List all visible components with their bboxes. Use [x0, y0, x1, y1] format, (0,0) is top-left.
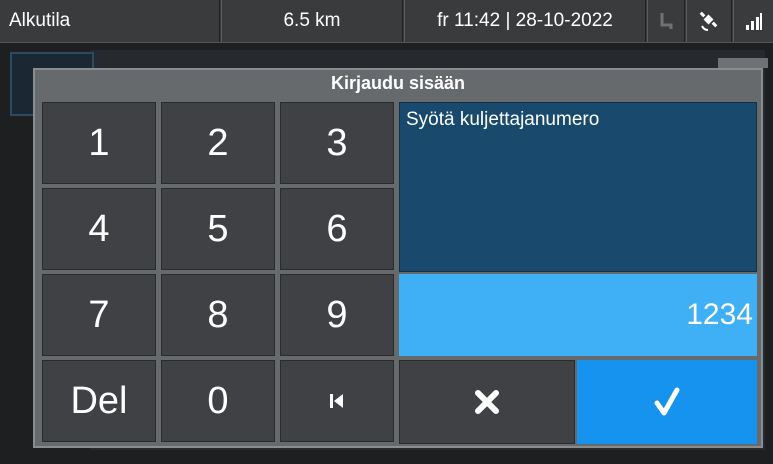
key-2[interactable]: 2: [161, 102, 275, 184]
skip-to-start-icon: [330, 394, 343, 408]
key-8[interactable]: 8: [161, 274, 275, 356]
key-3[interactable]: 3: [280, 102, 394, 184]
driver-number-field[interactable]: 1234: [399, 274, 757, 356]
checkmark-icon: [654, 387, 680, 416]
seat-icon: [647, 0, 685, 42]
key-9[interactable]: 9: [280, 274, 394, 356]
confirm-button[interactable]: [577, 360, 757, 444]
status-bar: Alkutila 6.5 km fr 11:42 | 28-10-2022: [0, 0, 773, 43]
key-0[interactable]: 0: [161, 360, 275, 442]
clear-to-start-button[interactable]: [280, 360, 394, 442]
prompt-area: Syötä kuljettajanumero: [399, 102, 757, 272]
key-1[interactable]: 1: [42, 102, 156, 184]
distance-readout: 6.5 km: [221, 0, 403, 42]
background-bar: [718, 58, 768, 68]
dialog-title: Kirjaudu sisään: [330, 73, 466, 93]
key-7[interactable]: 7: [42, 274, 156, 356]
cancel-button[interactable]: [399, 360, 575, 444]
key-4[interactable]: 4: [42, 188, 156, 270]
mode-label: Alkutila: [0, 0, 220, 42]
signal-icon: [733, 0, 773, 42]
prompt-label: Syötä kuljettajanumero: [406, 109, 600, 130]
satellite-icon: [686, 0, 732, 42]
key-6[interactable]: 6: [280, 188, 394, 270]
close-icon: [475, 390, 499, 414]
login-dialog: Kirjaudu sisään 1 2 3 4 5 6 7 8 9 Del 0 …: [33, 68, 763, 448]
datetime-readout: fr 11:42 | 28-10-2022: [404, 0, 646, 42]
delete-key[interactable]: Del: [42, 360, 156, 442]
key-5[interactable]: 5: [161, 188, 275, 270]
